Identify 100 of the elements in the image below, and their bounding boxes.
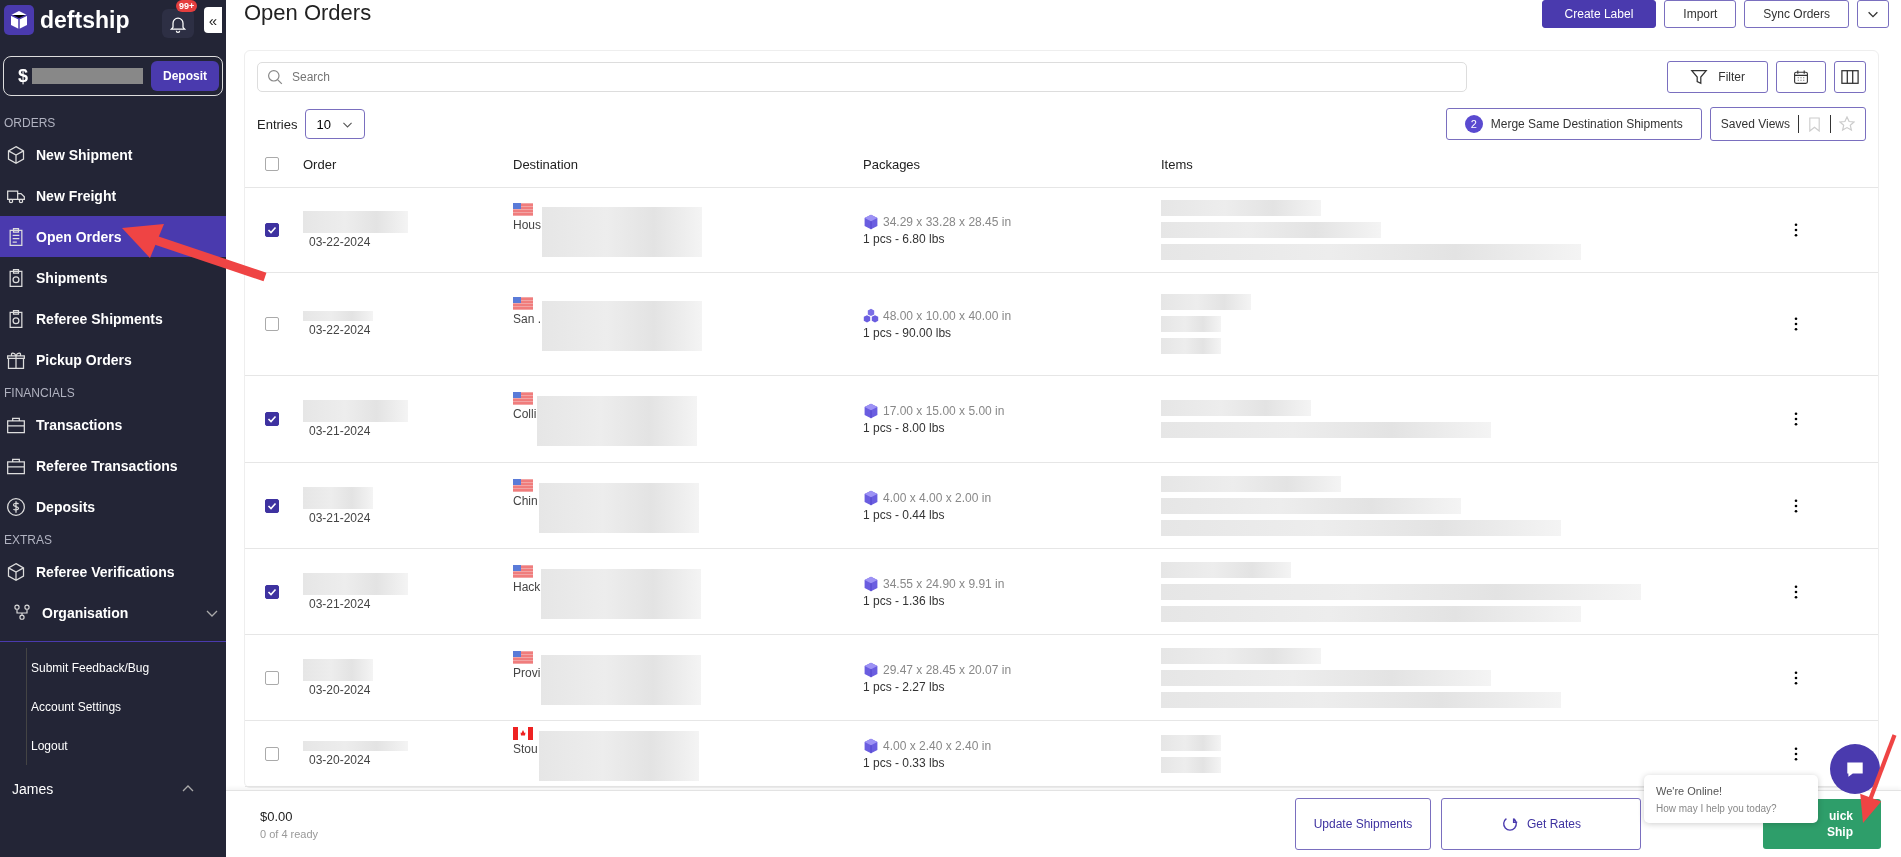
destination-city: Colli — [513, 407, 537, 421]
package-dimensions: 17.00 x 15.00 x 5.00 in — [883, 404, 1005, 418]
package-weight: 1 pcs - 0.44 lbs — [863, 507, 946, 522]
canada-flag-icon — [513, 726, 533, 740]
us-flag-icon — [513, 297, 533, 310]
column-header: Destination — [513, 156, 580, 172]
nav-item[interactable]: Transactions — [0, 404, 226, 445]
row-checkbox[interactable] — [265, 317, 279, 331]
kebab-menu-icon — [1794, 746, 1798, 761]
redacted-block — [303, 311, 373, 321]
destination-city: Chin — [513, 493, 538, 508]
chat-button[interactable] — [1830, 744, 1880, 794]
nav-item[interactable]: Shipments — [0, 257, 226, 298]
section-heading: ORDERS — [3, 115, 57, 132]
organisation-menu[interactable]: Organisation — [0, 592, 226, 633]
search-field[interactable]: Search — [257, 62, 1467, 92]
box-icon — [6, 561, 26, 582]
kebab-menu-icon — [1794, 670, 1798, 685]
column-header: Packages — [863, 156, 922, 172]
filter-button[interactable]: Filter — [1667, 61, 1768, 93]
gift-icon — [6, 349, 26, 370]
kebab-menu-icon — [1794, 223, 1798, 237]
saved-views-label: Saved Views — [1720, 117, 1790, 131]
package-dimensions: 29.47 x 28.45 x 20.07 in — [883, 662, 1012, 677]
entries-label: Entries — [257, 116, 298, 132]
calendar-button[interactable] — [1776, 61, 1826, 93]
kebab-menu-icon — [1794, 584, 1798, 599]
order-date: 03-21-2024 — [308, 424, 371, 438]
kebab-menu-icon — [1794, 498, 1798, 513]
menu-link[interactable]: Submit Feedback/Bug — [27, 648, 226, 687]
saved-views-control[interactable]: Saved Views — [1709, 107, 1866, 141]
get-rates-button[interactable]: Get Rates — [1441, 798, 1641, 850]
header-button[interactable]: Import — [1664, 0, 1737, 28]
header-button[interactable]: Sync Orders — [1744, 0, 1849, 28]
more-button[interactable] — [1857, 0, 1889, 28]
column-header: Items — [1161, 156, 1194, 172]
nav-item[interactable]: New Freight — [0, 175, 226, 216]
ready-count: 0 of 4 ready — [260, 827, 319, 840]
box-icon — [863, 737, 879, 754]
columns-button[interactable] — [1834, 61, 1866, 93]
nav-item[interactable]: Deposits — [0, 486, 226, 527]
select-all-checkbox[interactable] — [265, 157, 279, 171]
page-title: Open Orders — [244, 0, 372, 26]
columns-icon — [1841, 68, 1859, 86]
row-checkbox[interactable] — [265, 412, 279, 426]
redacted-block — [1161, 338, 1221, 354]
section-heading: FINANCIALS — [3, 385, 76, 402]
us-flag-icon — [513, 650, 533, 664]
package-dimensions: 4.00 x 4.00 x 2.00 in — [883, 490, 992, 505]
total-amount: $0.00 — [260, 808, 294, 824]
order-date: 03-21-2024 — [308, 596, 371, 611]
row-checkbox[interactable] — [265, 746, 279, 761]
us-flag-icon — [513, 564, 533, 578]
entries-dropdown[interactable]: 10 — [305, 109, 365, 139]
box-icon — [863, 661, 879, 678]
destination-city: Stou — [513, 741, 538, 756]
destination-city: Hack — [513, 579, 541, 594]
package-dimensions: 34.55 x 24.90 x 9.91 in — [883, 576, 1005, 591]
destination-city: Provi — [513, 665, 541, 680]
dollar-icon — [6, 496, 26, 517]
nav-item[interactable]: Referee Transactions — [0, 445, 226, 486]
row-checkbox[interactable] — [265, 670, 279, 685]
nav-item[interactable]: New Shipment — [0, 134, 226, 175]
order-date: 03-20-2024 — [308, 682, 371, 697]
package-weight: 1 pcs - 1.36 lbs — [863, 593, 946, 608]
redacted-block — [303, 658, 373, 681]
column-header: Order — [303, 156, 338, 172]
nav-item[interactable]: Pickup Orders — [0, 339, 226, 380]
header-button[interactable]: Create Label — [1541, 0, 1657, 28]
update-shipments-button[interactable]: Update Shipments — [1295, 798, 1431, 850]
deposit-button[interactable]: Deposit — [151, 61, 219, 91]
count-badge: 2 — [1464, 115, 1483, 133]
row-checkbox[interactable] — [265, 223, 279, 237]
us-flag-icon — [513, 203, 533, 216]
box-icon — [6, 144, 26, 165]
destination-city: San . — [513, 312, 542, 326]
merge-button[interactable]: 2 Merge Same Destination Shipments — [1445, 108, 1702, 140]
chat-tooltip[interactable]: We're Online! How may I help you today? — [1644, 775, 1818, 823]
boxes-icon — [863, 308, 879, 324]
nav-item[interactable]: Referee Verifications — [0, 551, 226, 592]
notification-button[interactable] — [162, 9, 194, 38]
row-checkbox[interactable] — [265, 584, 279, 599]
collapse-button[interactable]: « — [204, 7, 222, 33]
nav-item[interactable]: Referee Shipments — [0, 298, 226, 339]
us-flag-icon — [513, 478, 533, 492]
kebab-menu-icon — [1794, 412, 1798, 426]
chat-title: We're Online! — [1656, 784, 1724, 797]
order-date: 03-22-2024 — [308, 323, 371, 337]
box-icon — [863, 403, 879, 419]
checkmark-icon — [266, 413, 278, 425]
menu-link[interactable]: Account Settings — [27, 687, 226, 726]
menu-link[interactable]: Logout — [27, 726, 226, 765]
box-icon — [863, 575, 879, 592]
kebab-menu-icon — [1794, 317, 1798, 331]
row-checkbox[interactable] — [265, 498, 279, 513]
order-date: 03-20-2024 — [308, 752, 371, 767]
box-icon — [863, 489, 879, 506]
star-icon[interactable] — [1839, 116, 1855, 132]
box-icon — [863, 214, 879, 230]
user-menu[interactable]: James — [0, 771, 226, 807]
